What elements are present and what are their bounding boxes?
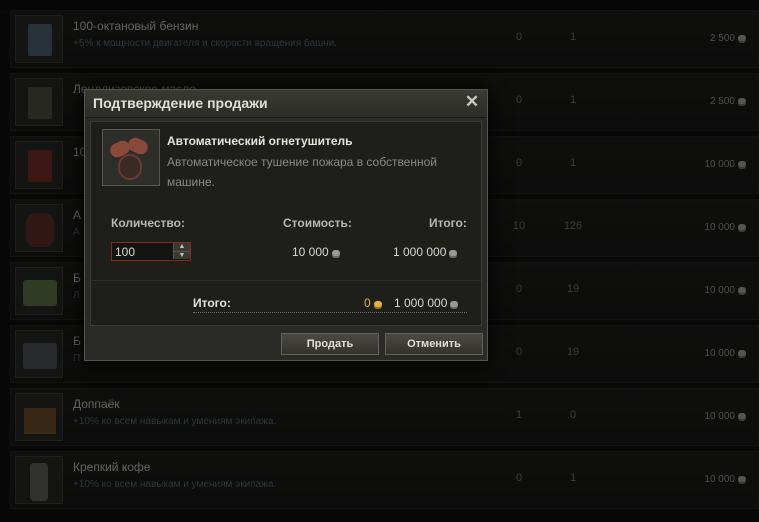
credit-coin-icon	[450, 300, 459, 307]
dialog-title-bar: Подтверждение продажи ✕	[85, 90, 487, 118]
dialog-title: Подтверждение продажи	[93, 95, 268, 111]
gold-total-value: 0	[364, 296, 371, 310]
item-name: Автоматический огнетушитель	[167, 134, 353, 148]
line-total-value: 1 000 000	[393, 245, 447, 259]
total-column-label: Итого:	[429, 216, 467, 230]
divider	[91, 280, 481, 281]
quantity-label: Количество:	[111, 216, 185, 230]
quantity-spinner: ▲ ▼	[173, 243, 190, 260]
dotted-divider	[193, 312, 467, 313]
credits-total: 1 000 000	[394, 296, 459, 310]
credits-total-value: 1 000 000	[394, 296, 448, 310]
quantity-input[interactable]	[112, 243, 175, 260]
credit-coin-icon	[331, 249, 340, 256]
credit-coin-icon	[449, 249, 458, 256]
gold-total: 0	[364, 296, 382, 310]
sell-confirmation-dialog: Подтверждение продажи ✕ Автоматический о…	[84, 89, 488, 361]
fire-extinguisher-icon	[118, 154, 142, 180]
grand-total-label: Итого:	[193, 296, 231, 310]
unit-cost-value: 10 000	[292, 245, 329, 259]
cost-label: Стоимость:	[283, 216, 352, 230]
decrement-arrow-icon[interactable]: ▼	[173, 251, 190, 259]
cancel-button[interactable]: Отменить	[385, 333, 483, 355]
unit-cost: 10 000	[292, 245, 340, 259]
close-icon[interactable]: ✕	[463, 93, 481, 111]
sell-button[interactable]: Продать	[281, 333, 379, 355]
item-thumbnail	[102, 129, 160, 186]
item-description: Автоматическое тушение пожара в собствен…	[167, 155, 437, 189]
line-total: 1 000 000	[393, 245, 458, 259]
dialog-body: Автоматический огнетушитель Автоматическ…	[90, 121, 482, 326]
gold-coin-icon	[373, 300, 382, 307]
quantity-stepper[interactable]: ▲ ▼	[111, 242, 191, 261]
increment-arrow-icon[interactable]: ▲	[173, 243, 190, 251]
